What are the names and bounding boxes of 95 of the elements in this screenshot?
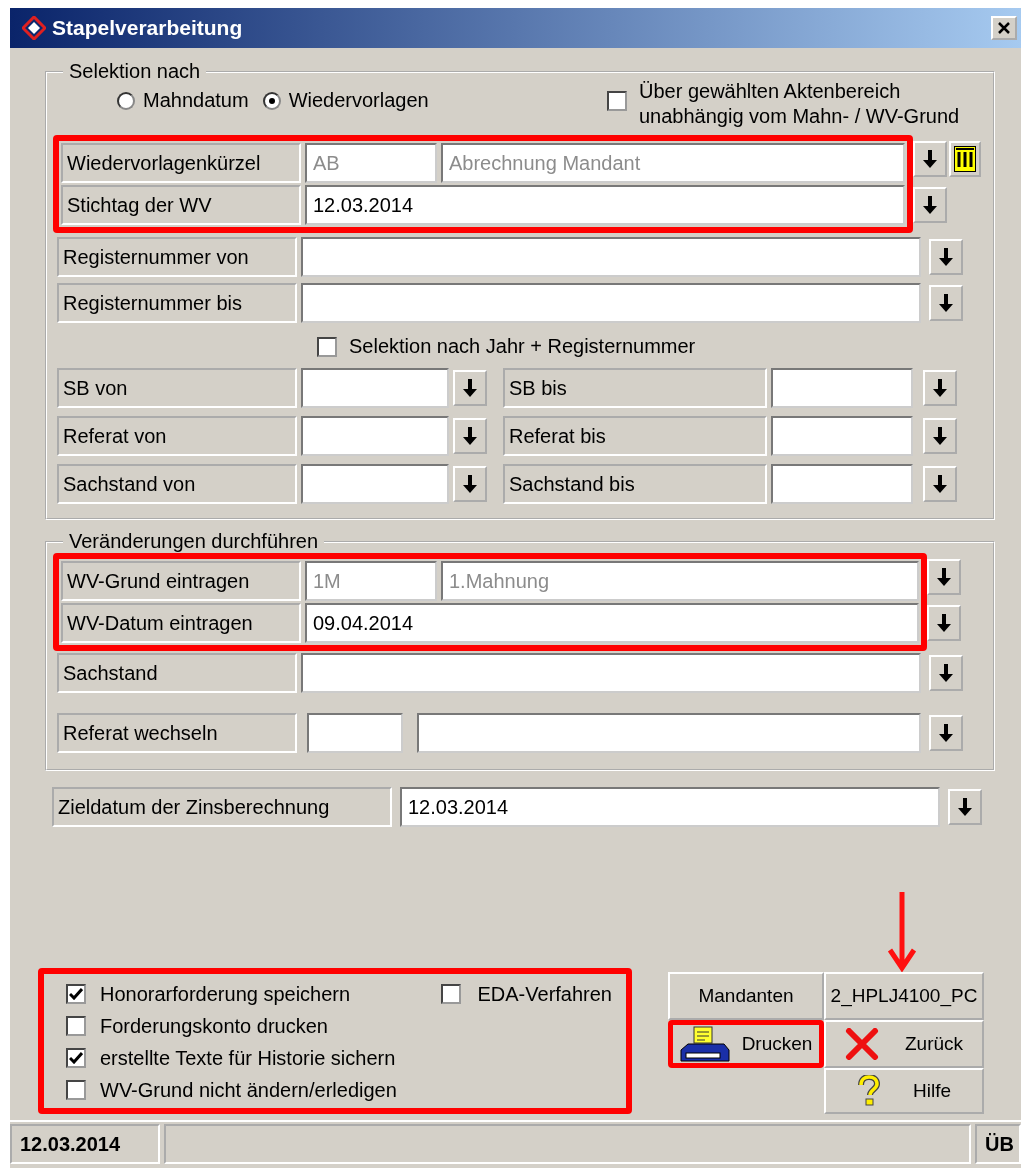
group-title: Veränderungen durchführen [68, 530, 320, 553]
input-field[interactable]: 12.03.2014 [400, 787, 940, 827]
down-arrow-icon [937, 614, 951, 632]
checkbox-label: EDA-Verfahren [477, 982, 612, 1006]
checkbox-label: erstellte Texte für Historie sichern [100, 1046, 396, 1070]
input-field[interactable] [771, 416, 913, 456]
field-label: Stichtag der WV [61, 185, 301, 225]
dropdown-button[interactable] [453, 418, 487, 454]
field-label: SB von [57, 368, 297, 408]
dropdown-button[interactable] [927, 559, 961, 595]
field-label: Referat wechseln [57, 713, 297, 753]
dropdown-button[interactable] [923, 370, 957, 406]
field-label: WV-Grund eintragen [61, 561, 301, 601]
dropdown-button[interactable] [948, 789, 982, 825]
down-arrow-icon [937, 568, 951, 586]
down-arrow-icon [939, 294, 953, 312]
delete-button[interactable] [949, 141, 981, 177]
down-arrow-icon [923, 196, 937, 214]
close-x-icon [844, 1028, 879, 1060]
dropdown-button[interactable] [913, 141, 947, 177]
down-arrow-icon [463, 475, 477, 493]
dropdown-button[interactable] [927, 605, 961, 641]
dropdown-button[interactable] [929, 715, 963, 751]
close-icon [997, 21, 1011, 35]
input-field[interactable] [301, 416, 449, 456]
checkbox-label: Über gewählten Aktenbereich unabhängig vom Mahn- / WV-Grund [639, 79, 961, 129]
trash-icon [954, 146, 976, 172]
down-arrow-icon [923, 150, 937, 168]
dropdown-button[interactable] [453, 466, 487, 502]
down-arrow-icon [463, 379, 477, 397]
dropdown-button[interactable] [929, 285, 963, 321]
printer-icon [679, 1026, 730, 1062]
down-arrow-icon [933, 427, 947, 445]
down-arrow-icon [933, 379, 947, 397]
field-label: Sachstand [57, 653, 297, 693]
field-label: Sachstand von [57, 464, 297, 504]
field-label: Wiedervorlagenkürzel [61, 143, 301, 183]
toolbar-button[interactable]: Mandanten [668, 972, 824, 1020]
checkbox[interactable] [441, 984, 462, 1004]
down-arrow-icon [463, 427, 477, 445]
checkbox[interactable] [317, 336, 337, 357]
input-field[interactable] [771, 368, 913, 408]
radio-button[interactable] [262, 91, 281, 110]
down-arrow-icon [939, 664, 953, 682]
app-logo-icon [22, 16, 46, 40]
field-label: SB bis [503, 368, 767, 408]
group-title: Selektion nach [68, 60, 202, 83]
radio-label: Mahndatum [143, 89, 249, 112]
dropdown-button[interactable] [923, 418, 957, 454]
input-field[interactable] [301, 368, 449, 408]
close-button[interactable] [991, 16, 1017, 40]
down-arrow-icon [958, 798, 972, 816]
checkbox-label: Honorarforderung speichern [100, 982, 351, 1006]
dropdown-button[interactable] [453, 370, 487, 406]
down-arrow-icon [939, 248, 953, 266]
checkbox[interactable] [66, 1048, 86, 1068]
help-button[interactable]: Hilfe [824, 1068, 984, 1114]
input-field[interactable] [301, 464, 449, 504]
checkbox[interactable] [607, 91, 627, 111]
field-label: Referat von [57, 416, 297, 456]
down-arrow-icon [933, 475, 947, 493]
field-label: WV-Datum eintragen [61, 603, 301, 643]
field-label: Referat bis [503, 416, 767, 456]
status-date: 12.03.2014 [10, 1124, 160, 1164]
down-arrow-icon [939, 724, 953, 742]
status-mode: ÜB [975, 1124, 1021, 1164]
checkbox[interactable] [66, 1016, 86, 1036]
input-field[interactable] [301, 653, 921, 693]
window-title: Stapelverarbeitung [52, 16, 244, 40]
dropdown-button[interactable] [923, 466, 957, 502]
dropdown-button[interactable] [929, 655, 963, 691]
checkbox-label: Selektion nach Jahr + Registernummer [349, 335, 696, 358]
field-label: Registernummer von [57, 237, 297, 277]
back-button[interactable]: Zurück [824, 1020, 984, 1068]
radio-label: Wiedervorlagen [288, 89, 429, 112]
checkbox[interactable] [66, 1080, 86, 1100]
help-icon [857, 1075, 881, 1107]
input-field[interactable] [417, 713, 921, 753]
input-field[interactable]: 12.03.2014 [305, 185, 905, 225]
print-button[interactable]: Drucken [668, 1020, 824, 1068]
input-field[interactable] [771, 464, 913, 504]
dropdown-button[interactable] [913, 187, 947, 223]
checkbox-label: WV-Grund nicht ändern/erledigen [100, 1078, 397, 1102]
checkbox-label: Forderungskonto drucken [100, 1014, 328, 1038]
field-label: Registernummer bis [57, 283, 297, 323]
field-label: Sachstand bis [503, 464, 767, 504]
field-label: Zieldatum der Zinsberechnung [52, 787, 392, 827]
dropdown-button[interactable] [929, 239, 963, 275]
input-field[interactable] [301, 283, 921, 323]
checkbox[interactable] [66, 984, 86, 1004]
radio-button[interactable] [117, 91, 135, 110]
input-field[interactable] [307, 713, 403, 753]
input-field[interactable] [301, 237, 921, 277]
toolbar-button[interactable]: 2_HPLJ4100_PC [824, 972, 984, 1020]
input-field[interactable]: 09.04.2014 [305, 603, 919, 643]
